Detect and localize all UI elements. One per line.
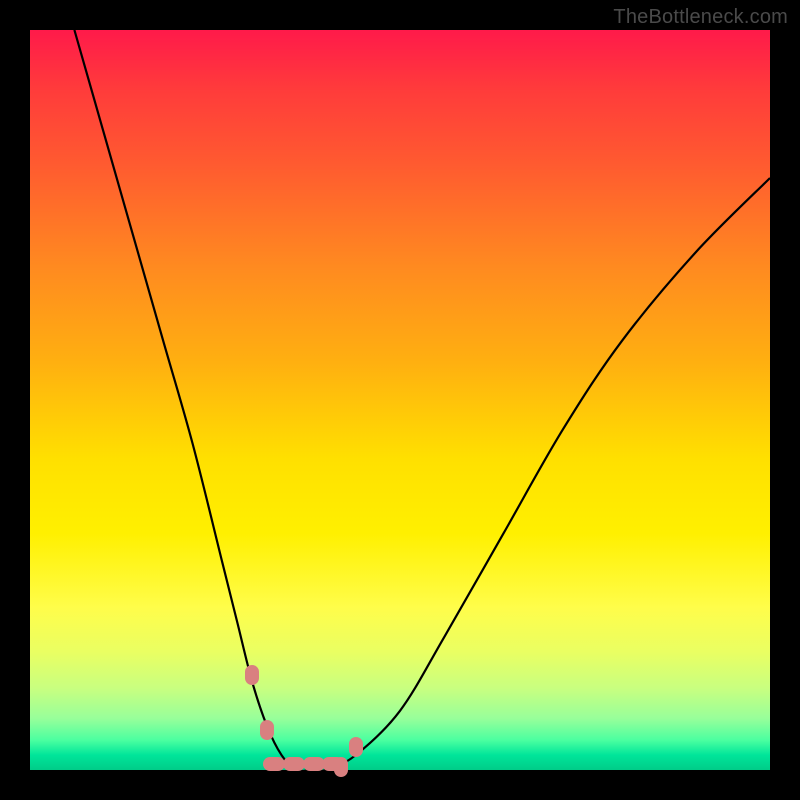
chart-stage: TheBottleneck.com [0, 0, 800, 800]
watermark-text: TheBottleneck.com [613, 6, 788, 29]
bottleneck-curve [30, 30, 770, 770]
curve-marker [260, 720, 274, 740]
curve-marker [322, 757, 344, 771]
curve-marker [303, 757, 325, 771]
curve-marker [283, 757, 305, 771]
plot-area [30, 30, 770, 770]
curve-marker [349, 737, 363, 757]
curve-marker [263, 757, 285, 771]
curve-marker [245, 665, 259, 685]
